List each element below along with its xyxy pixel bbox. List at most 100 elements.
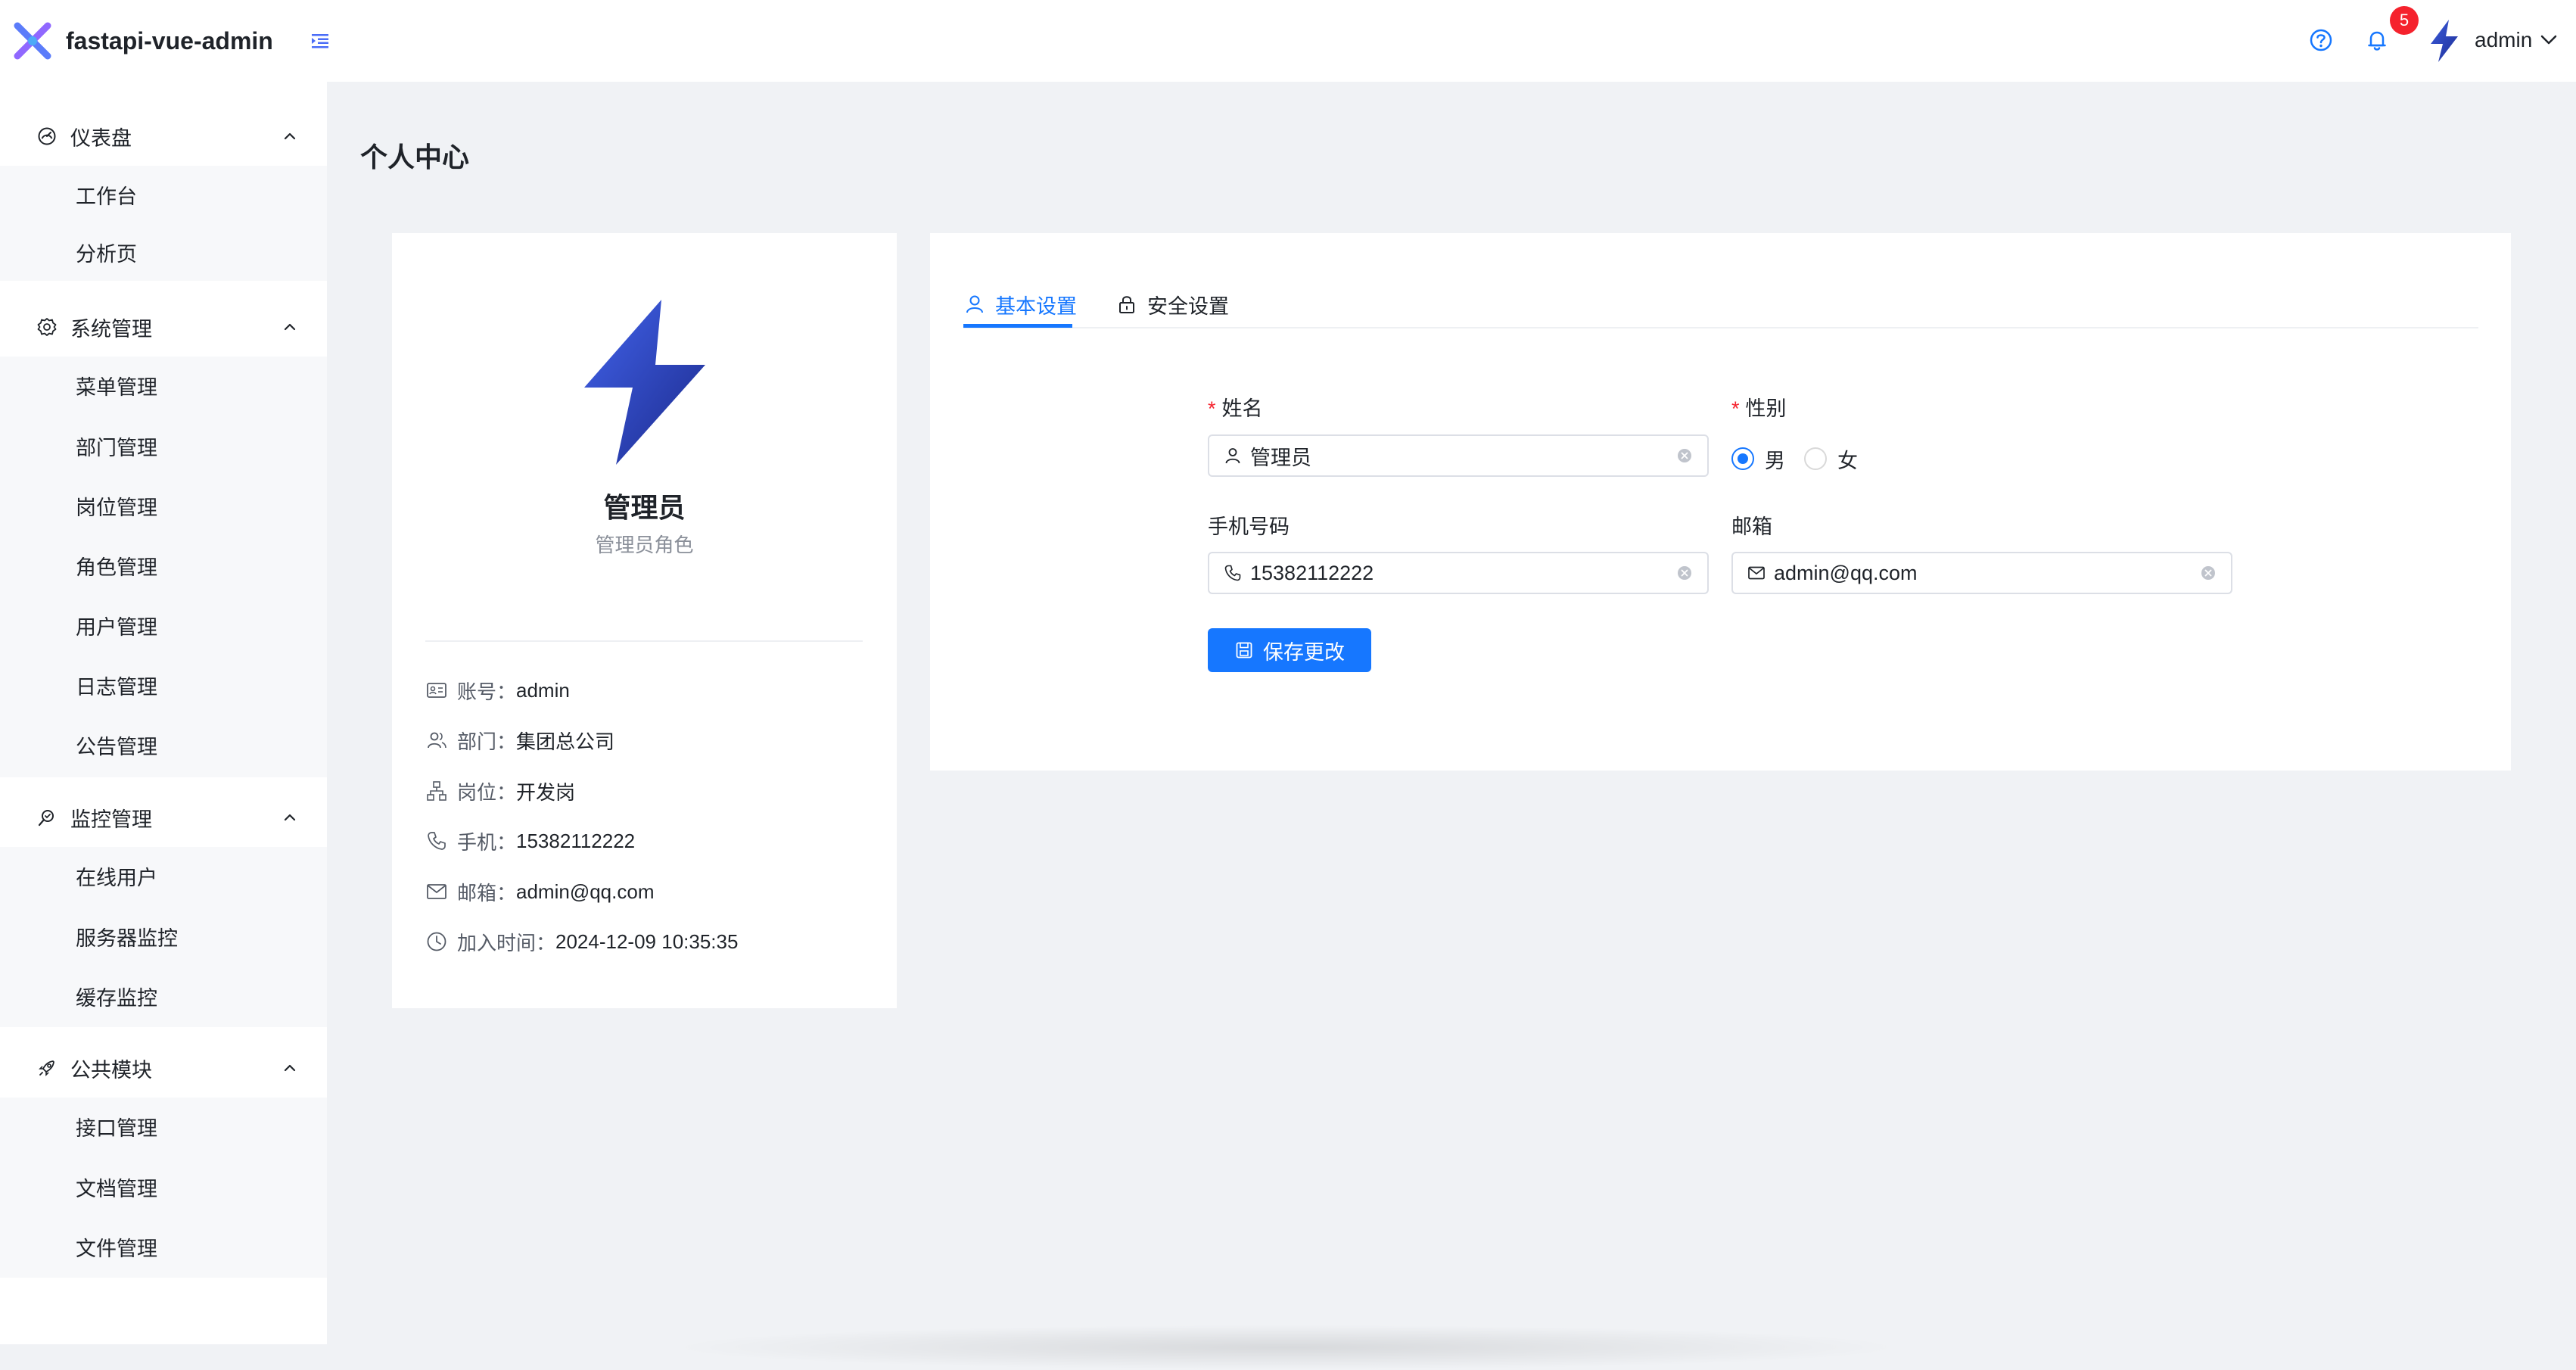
profile-card: 管理员 管理员角色 账号： admin 部门： 集团总公司 岗位： 开发岗 手机… xyxy=(392,233,897,1008)
header-username[interactable]: admin xyxy=(2475,27,2532,53)
notification-count-badge: 5 xyxy=(2390,6,2419,35)
info-key: 邮箱： xyxy=(457,881,517,905)
sidebar-item-server-monitor[interactable]: 服务器监控 xyxy=(0,908,327,965)
sidebar-item-notice[interactable]: 公告管理 xyxy=(0,716,327,774)
sidebar-submenu-dashboard: 工作台 分析页 xyxy=(0,166,327,281)
sidebar-item-menu[interactable]: 菜单管理 xyxy=(0,357,327,414)
user-icon xyxy=(1225,448,1240,464)
sidebar-item-workbench[interactable]: 工作台 xyxy=(0,166,327,223)
info-value: 开发岗 xyxy=(516,780,576,804)
phone-icon xyxy=(425,830,448,852)
tab-label: 安全设置 xyxy=(1147,294,1229,318)
notification-bell-icon[interactable] xyxy=(2364,27,2390,53)
sidebar-item-position[interactable]: 岗位管理 xyxy=(0,477,327,534)
info-key: 加入时间： xyxy=(457,931,556,954)
name-field[interactable] xyxy=(1208,434,1709,477)
chevron-down-icon[interactable] xyxy=(2539,32,2559,48)
tabs-divider xyxy=(963,327,2478,328)
chevron-up-icon xyxy=(282,128,298,145)
info-row-email: 邮箱： admin@qq.com xyxy=(425,878,655,905)
mail-icon xyxy=(425,880,448,903)
user-avatar[interactable] xyxy=(2423,18,2466,64)
phone-field[interactable] xyxy=(1208,552,1709,594)
email-field[interactable] xyxy=(1731,552,2232,594)
monitor-icon xyxy=(36,807,58,828)
sidebar-item-log[interactable]: 日志管理 xyxy=(0,656,327,714)
sidebar-item-docs[interactable]: 文档管理 xyxy=(0,1158,327,1216)
info-row-department: 部门： 集团总公司 xyxy=(425,727,614,754)
info-value: 2024-12-09 10:35:35 xyxy=(555,929,739,953)
clear-icon[interactable] xyxy=(2199,564,2217,582)
lock-icon xyxy=(1119,296,1134,313)
required-mark: * xyxy=(1208,397,1216,420)
sidebar-item-user[interactable]: 用户管理 xyxy=(0,596,327,654)
tab-label: 基本设置 xyxy=(995,294,1077,318)
chevron-up-icon xyxy=(282,809,298,826)
sidebar-item-role[interactable]: 角色管理 xyxy=(0,537,327,594)
app-title: fastapi-vue-admin xyxy=(66,27,273,54)
phone-input[interactable] xyxy=(1250,561,1675,585)
info-key: 岗位： xyxy=(457,780,517,804)
tab-security-settings[interactable]: 安全设置 xyxy=(1115,283,1229,325)
sidebar-group-dashboard[interactable]: 仪表盘 xyxy=(0,107,327,166)
app-logo-icon[interactable] xyxy=(11,19,54,63)
sidebar-submenu-common: 接口管理 文档管理 文件管理 xyxy=(0,1098,327,1278)
save-button-label: 保存更改 xyxy=(1263,640,1345,664)
name-label: * 姓名 xyxy=(1208,397,1263,420)
info-row-join-time: 加入时间： 2024-12-09 10:35:35 xyxy=(425,928,738,955)
sidebar-item-api[interactable]: 接口管理 xyxy=(0,1098,327,1155)
chevron-up-icon xyxy=(282,1060,298,1076)
email-label: 邮箱 xyxy=(1731,515,1772,538)
sidebar-item-online-users[interactable]: 在线用户 xyxy=(0,847,327,905)
phone-icon xyxy=(1224,565,1241,581)
sidebar-item-files[interactable]: 文件管理 xyxy=(0,1218,327,1275)
sidebar-submenu-system: 菜单管理 部门管理 岗位管理 角色管理 用户管理 日志管理 公告管理 xyxy=(0,357,327,777)
sidebar-group-label: 监控管理 xyxy=(70,808,152,831)
info-row-position: 岗位： 开发岗 xyxy=(425,777,575,805)
clear-icon[interactable] xyxy=(1675,564,1694,582)
user-icon xyxy=(966,295,983,313)
bottom-shadow xyxy=(666,1325,1907,1370)
gender-radio-male[interactable]: 男 xyxy=(1731,445,1785,472)
sidebar-group-common[interactable]: 公共模块 xyxy=(0,1038,327,1098)
sidebar-submenu-monitor: 在线用户 服务器监控 缓存监控 xyxy=(0,847,327,1027)
help-icon[interactable] xyxy=(2308,27,2334,53)
phone-label: 手机号码 xyxy=(1208,515,1290,538)
org-chart-icon xyxy=(425,780,448,802)
save-icon xyxy=(1236,642,1252,659)
sidebar: 仪表盘 工作台 分析页 系统管理 菜单管理 部门管理 岗位管理 角色管理 用户管… xyxy=(0,82,327,1344)
info-key: 手机： xyxy=(457,830,517,854)
mail-icon xyxy=(1748,566,1765,580)
sidebar-item-cache-monitor[interactable]: 缓存监控 xyxy=(0,967,327,1025)
email-input[interactable] xyxy=(1774,561,2199,585)
tab-basic-settings[interactable]: 基本设置 xyxy=(963,283,1077,325)
menu-collapse-icon[interactable] xyxy=(310,30,331,51)
clear-icon[interactable] xyxy=(1675,447,1694,465)
radio-label: 女 xyxy=(1837,449,1858,472)
info-key: 账号： xyxy=(457,680,517,703)
sidebar-group-system[interactable]: 系统管理 xyxy=(0,297,327,357)
sidebar-item-department[interactable]: 部门管理 xyxy=(0,417,327,475)
settings-card: 基本设置 安全设置 xyxy=(930,233,2511,771)
info-value: admin xyxy=(516,678,570,702)
info-value: 集团总公司 xyxy=(516,730,615,753)
sidebar-item-analysis[interactable]: 分析页 xyxy=(0,223,327,281)
info-value: admin@qq.com xyxy=(516,880,655,903)
team-icon xyxy=(425,729,448,752)
divider xyxy=(425,640,863,642)
page-title: 个人中心 xyxy=(360,142,470,173)
info-key: 部门： xyxy=(457,730,517,753)
save-changes-button[interactable]: 保存更改 xyxy=(1208,628,1371,672)
sidebar-group-monitor[interactable]: 监控管理 xyxy=(0,788,327,847)
required-mark: * xyxy=(1731,397,1740,420)
info-value: 15382112222 xyxy=(516,829,636,852)
top-header: fastapi-vue-admin 5 admin xyxy=(0,0,2576,82)
gender-radio-female[interactable]: 女 xyxy=(1804,445,1858,472)
name-input[interactable] xyxy=(1250,444,1675,468)
profile-display-name: 管理员 xyxy=(603,492,686,523)
gender-label: * 性别 xyxy=(1731,397,1787,420)
id-card-icon xyxy=(425,679,448,702)
info-row-phone: 手机： 15382112222 xyxy=(425,827,635,855)
sidebar-group-label: 仪表盘 xyxy=(70,126,132,150)
rocket-icon xyxy=(36,1057,58,1079)
